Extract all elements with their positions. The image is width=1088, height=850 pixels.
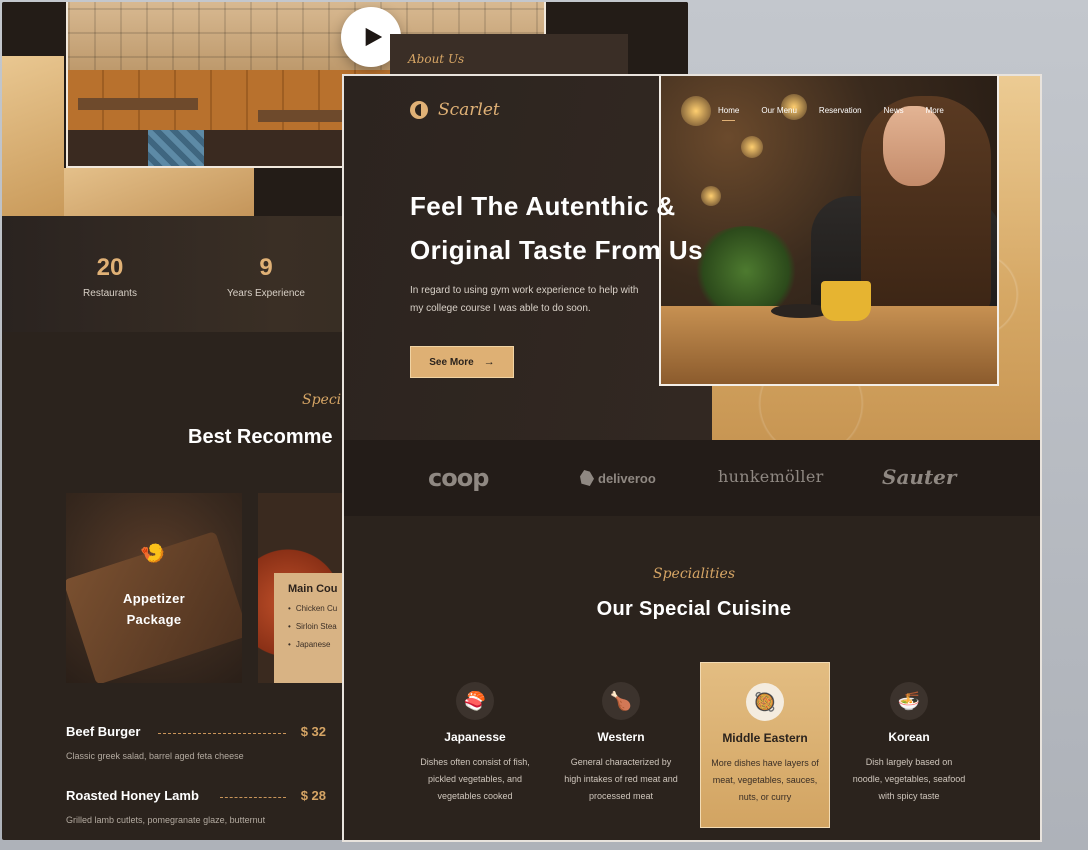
specialities-label: Specialities [652,566,736,582]
gold-accent-left [2,56,64,216]
about-label: About Us [408,52,465,66]
logo-icon [410,101,428,119]
special-cuisine-title: Our Special Cuisine [596,598,792,620]
front-page-mockup: Scarlet Home Our Menu Reservation News M… [342,74,1042,842]
partner-deliveroo-logo: deliveroo [580,470,656,486]
brand-logo[interactable]: Scarlet [410,100,500,120]
arrow-right-icon: → [483,356,495,368]
partner-coop-logo: coop [428,464,489,492]
bowl-icon: 🍜 [890,682,928,720]
main-course-card[interactable]: Main Cou Chicken Cu Sirloin Stea Japanes… [258,493,348,683]
hero-section: Scarlet Home Our Menu Reservation News M… [344,76,1040,440]
cuisine-card-japanesse[interactable]: 🍣 Japanesse Dishes often consist of fish… [410,662,540,828]
main-course-overlay: Main Cou Chicken Cu Sirloin Stea Japanes… [274,573,348,683]
menu-item-roasted-honey-lamb[interactable]: Roasted Honey Lamb $ 28 Grilled lamb cut… [66,788,326,825]
special-label: Speci [302,392,342,408]
hero-photo [659,76,999,386]
cuisine-card-western[interactable]: 🍗 Western General characterized by high … [556,662,686,828]
pan-icon: 🥘 [746,683,784,721]
nav-home[interactable]: Home [718,106,739,121]
hero-title: Feel The Autenthic & Original Taste From… [410,191,703,265]
nav-our-menu[interactable]: Our Menu [761,106,797,115]
shrimp-icon: 🍤 [140,543,165,565]
partner-logos-band: coop deliveroo hunkemöller Sauter [344,440,1040,516]
best-recommendation-title: Best Recomme [188,426,333,448]
appetizer-package-card[interactable]: 🍤 Appetizer Package [66,493,242,683]
drumstick-icon: 🍗 [602,682,640,720]
see-more-button[interactable]: See More → [410,346,514,378]
nav-more[interactable]: More [926,106,944,115]
partner-sauter-logo: Sauter [882,465,957,489]
stat-years: 9 Years Experience [226,254,305,299]
partner-hunkemoller-logo: hunkemöller [718,467,824,486]
sushi-icon: 🍣 [456,682,494,720]
cuisine-card-korean[interactable]: 🍜 Korean Dish largely based on noodle, v… [844,662,974,828]
cuisine-card-middle-eastern[interactable]: 🥘 Middle Eastern More dishes have layers… [700,662,830,828]
play-icon [365,27,383,47]
menu-item-beef-burger[interactable]: Beef Burger $ 32 Classic greek salad, ba… [66,724,326,761]
main-nav: Home Our Menu Reservation News More [718,106,966,121]
gold-accent-strip [64,168,254,216]
stat-restaurants: 20 Restaurants [83,254,137,299]
deliveroo-icon [580,470,594,486]
hero-subtitle: In regard to using gym work experience t… [410,285,639,314]
nav-reservation[interactable]: Reservation [819,106,862,115]
nav-news[interactable]: News [884,106,904,115]
